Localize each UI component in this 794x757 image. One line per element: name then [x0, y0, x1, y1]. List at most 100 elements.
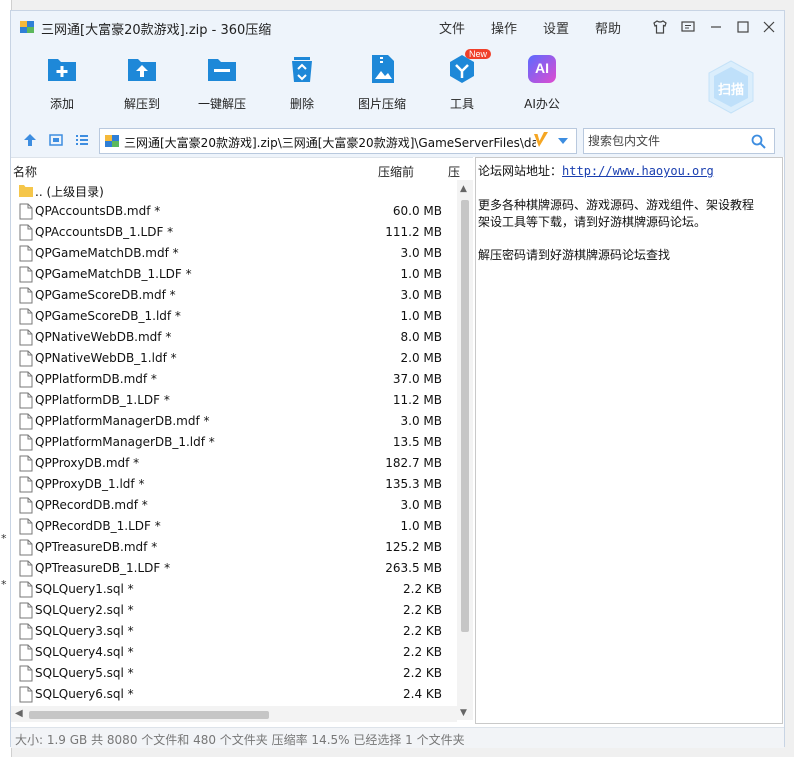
file-icon — [19, 539, 33, 556]
file-row[interactable]: QPProxyDB.mdf * 182.7 MB — [11, 453, 457, 474]
file-row[interactable]: QPTreasureDB_1.LDF * 263.5 MB — [11, 558, 457, 579]
scroll-left-icon[interactable]: ◀ — [15, 708, 23, 719]
one-click-extract-button[interactable]: 一键解压 — [187, 51, 257, 112]
file-icon — [19, 518, 33, 535]
search-box — [583, 128, 775, 154]
column-header-name[interactable]: 名称 — [13, 163, 37, 180]
delete-button[interactable]: 删除 — [267, 51, 337, 112]
search-input[interactable] — [588, 130, 748, 152]
column-header-size[interactable]: 压缩前 — [378, 163, 414, 180]
ai-office-label: AI办公 — [524, 97, 560, 111]
file-row[interactable]: QPRecordDB_1.LDF * 1.0 MB — [11, 516, 457, 537]
menu-settings[interactable]: 设置 — [543, 18, 569, 37]
file-row[interactable]: QPRecordDB.mdf * 3.0 MB — [11, 495, 457, 516]
file-size: 2.2 KB — [403, 624, 442, 638]
file-icon — [19, 245, 33, 262]
file-row[interactable]: SQLQuery1.sql * 2.2 KB — [11, 579, 457, 600]
column-header-packed[interactable]: 压 — [448, 163, 460, 180]
file-size: 182.7 MB — [385, 456, 442, 470]
file-icon — [19, 371, 33, 388]
preview-line-3: 架设工具等下载，请到好游棋牌源码论坛。 — [478, 215, 707, 229]
status-text: 大小: 1.9 GB 共 8080 个文件和 480 个文件夹 压缩率 14.5… — [15, 733, 465, 747]
address-bar[interactable]: 三网通[大富豪20款游戏].zip\三网通[大富豪20款游戏]\GameServ… — [99, 128, 577, 154]
minimize-icon[interactable] — [707, 18, 725, 36]
image-compress-button[interactable]: 图片压缩 — [347, 51, 417, 112]
file-row[interactable]: SQLQuery6.sql * 2.4 KB — [11, 684, 457, 705]
menu-file[interactable]: 文件 — [439, 18, 465, 37]
file-row[interactable]: QPNativeWebDB.mdf * 8.0 MB — [11, 327, 457, 348]
horizontal-scroll-thumb[interactable] — [29, 711, 269, 719]
list-view-icon[interactable] — [75, 133, 89, 147]
extract-to-button[interactable]: 解压到 — [107, 51, 177, 112]
file-name: SQLQuery1.sql * — [35, 582, 134, 596]
file-icon — [19, 686, 33, 703]
file-name: QPTreasureDB.mdf * — [35, 540, 158, 554]
ai-office-button[interactable]: AI AI办公 — [507, 51, 577, 112]
file-icon — [19, 476, 33, 493]
horizontal-scrollbar[interactable]: ◀ — [11, 706, 457, 722]
file-row[interactable]: QPPlatformDB_1.LDF * 11.2 MB — [11, 390, 457, 411]
file-icon — [19, 623, 33, 640]
vertical-scroll-thumb[interactable] — [461, 200, 469, 632]
file-rows: .. (上级目录) QPAccountsDB.mdf * 60.0 MB QPAcc… — [11, 180, 457, 705]
one-click-extract-label: 一键解压 — [197, 97, 246, 111]
file-row[interactable]: QPPlatformDB.mdf * 37.0 MB — [11, 369, 457, 390]
file-row[interactable]: SQLQuery3.sql * 2.2 KB — [11, 621, 457, 642]
file-name: QPNativeWebDB_1.ldf * — [35, 351, 177, 365]
file-icon — [19, 392, 33, 409]
file-name: SQLQuery4.sql * — [35, 645, 134, 659]
scan-button[interactable]: 扫描 — [706, 59, 756, 115]
file-size: 1.0 MB — [400, 267, 442, 281]
file-row[interactable]: QPGameScoreDB_1.ldf * 1.0 MB — [11, 306, 457, 327]
up-arrow-icon[interactable] — [23, 133, 37, 147]
file-size: 2.2 KB — [403, 603, 442, 617]
file-row[interactable]: QPPlatformManagerDB_1.ldf * 13.5 MB — [11, 432, 457, 453]
title-bar: 三网通[大富豪20款游戏].zip - 360压缩 文件 操作 设置 帮助 — [11, 11, 784, 43]
forum-link[interactable]: http://www.haoyou.org — [562, 164, 714, 178]
file-name: QPGameScoreDB_1.ldf * — [35, 309, 181, 323]
file-row[interactable]: SQLQuery2.sql * 2.2 KB — [11, 600, 457, 621]
background-mark: * — [1, 578, 7, 591]
file-row[interactable]: QPAccountsDB.mdf * 60.0 MB — [11, 201, 457, 222]
folder-icon — [19, 185, 33, 197]
feedback-icon[interactable] — [679, 18, 697, 36]
file-icon — [19, 329, 33, 346]
ai-icon: AI — [524, 51, 560, 87]
close-icon[interactable] — [760, 18, 778, 36]
delete-label: 删除 — [289, 97, 314, 111]
file-row[interactable]: QPGameMatchDB.mdf * 3.0 MB — [11, 243, 457, 264]
thumbnail-view-icon[interactable] — [49, 133, 63, 147]
vertical-scrollbar[interactable]: ▲ ▼ — [457, 180, 473, 720]
file-size: 111.2 MB — [385, 225, 442, 239]
file-name: QPPlatformDB_1.LDF * — [35, 393, 170, 407]
file-row[interactable]: QPTreasureDB.mdf * 125.2 MB — [11, 537, 457, 558]
file-size: 3.0 MB — [400, 414, 442, 428]
file-row[interactable]: QPProxyDB_1.ldf * 135.3 MB — [11, 474, 457, 495]
tools-button[interactable]: New 工具 — [427, 49, 497, 112]
file-icon — [19, 665, 33, 682]
file-row[interactable]: QPNativeWebDB_1.ldf * 2.0 MB — [11, 348, 457, 369]
file-row[interactable]: QPAccountsDB_1.LDF * 111.2 MB — [11, 222, 457, 243]
file-row[interactable]: SQLQuery4.sql * 2.2 KB — [11, 642, 457, 663]
file-name: SQLQuery5.sql * — [35, 666, 134, 680]
parent-directory-row[interactable]: .. (上级目录) — [11, 180, 457, 201]
file-row[interactable]: SQLQuery5.sql * 2.2 KB — [11, 663, 457, 684]
maximize-icon[interactable] — [734, 18, 752, 36]
file-list-pane: 名称 压缩前 压 .. (上级目录) QPAccountsDB.mdf * 60.… — [11, 157, 473, 727]
search-icon[interactable] — [751, 134, 766, 149]
skin-shirt-icon[interactable] — [651, 18, 669, 36]
chevron-down-icon[interactable] — [558, 138, 568, 144]
menu-help[interactable]: 帮助 — [595, 18, 621, 37]
menu-operation[interactable]: 操作 — [491, 18, 517, 37]
file-size: 2.4 KB — [403, 687, 442, 701]
add-button[interactable]: 添加 — [27, 51, 97, 112]
file-row[interactable]: QPGameScoreDB.mdf * 3.0 MB — [11, 285, 457, 306]
file-size: 8.0 MB — [400, 330, 442, 344]
file-row[interactable]: QPGameMatchDB_1.LDF * 1.0 MB — [11, 264, 457, 285]
file-icon — [19, 602, 33, 619]
file-row[interactable]: QPPlatformManagerDB.mdf * 3.0 MB — [11, 411, 457, 432]
scroll-down-icon[interactable]: ▼ — [460, 708, 467, 718]
scroll-up-icon[interactable]: ▲ — [460, 184, 467, 194]
file-icon — [19, 581, 33, 598]
address-path: 三网通[大富豪20款游戏].zip\三网通[大富豪20款游戏]\GameServ… — [124, 136, 536, 150]
